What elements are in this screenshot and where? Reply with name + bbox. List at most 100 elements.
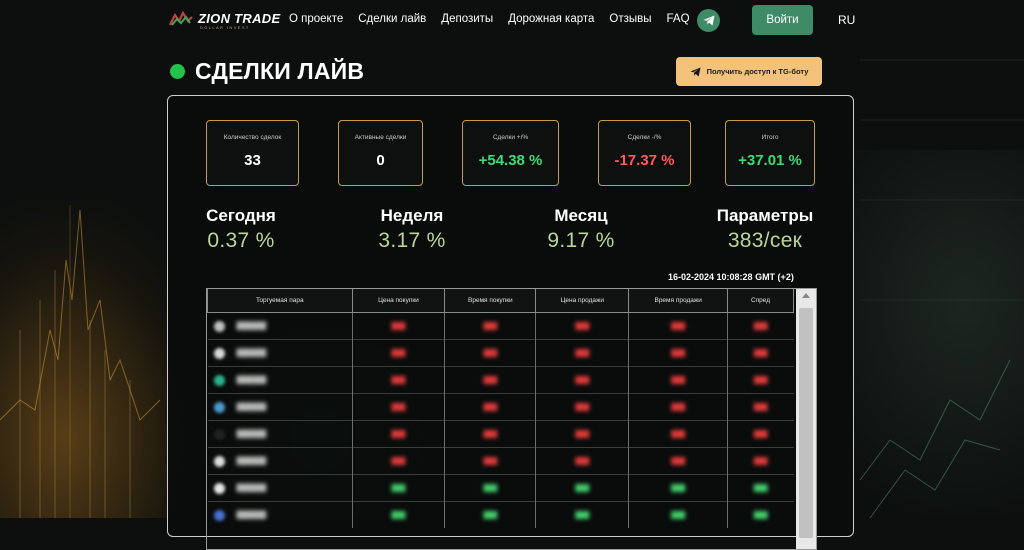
stat-label: Активные сделки: [354, 134, 407, 141]
obscured-cell: ███: [351, 420, 445, 448]
period-month: Месяц 9.17 %: [542, 206, 620, 253]
pair-cell: ██████: [207, 420, 353, 448]
nav-live-deals[interactable]: Сделки лайв: [358, 13, 426, 25]
obscured-cell: ███: [351, 474, 445, 502]
obscured-cell: ███: [535, 501, 629, 528]
obscured-value: ███: [753, 511, 768, 519]
scroll-thumb[interactable]: [799, 308, 813, 538]
coin-icon: [213, 374, 225, 386]
obscured-pair-name: ██████: [236, 376, 267, 384]
obscured-pair-name: ██████: [236, 349, 267, 357]
obscured-cell: ███: [628, 339, 728, 367]
period-week: Неделя 3.17 %: [372, 206, 452, 253]
obscured-value: ███: [575, 457, 590, 465]
obscured-cell: ███: [727, 447, 794, 475]
obscured-value: ███: [391, 403, 406, 411]
pair-cell: ██████: [207, 366, 353, 394]
nav-about[interactable]: О проекте: [289, 13, 343, 25]
pair-cell: ██████: [207, 312, 353, 340]
obscured-cell: ███: [628, 312, 728, 340]
table-row: ██████ ███ ███ ███ ███ ███: [207, 447, 794, 475]
obscured-cell: ███: [727, 393, 794, 421]
obscured-cell: ███: [727, 501, 794, 528]
stat-label: Итого: [761, 134, 779, 141]
obscured-cell: ███: [628, 501, 728, 528]
server-timestamp: 16-02-2024 10:08:28 GMT (+2): [668, 272, 794, 282]
stat-value: +37.01 %: [738, 152, 802, 169]
obscured-cell: ███: [628, 447, 728, 475]
live-indicator: [170, 64, 185, 79]
scroll-up-arrow-icon[interactable]: [802, 293, 810, 298]
obscured-value: ███: [391, 457, 406, 465]
table-row: ██████ ███ ███ ███ ███ ███: [207, 312, 794, 340]
obscured-value: ███: [575, 430, 590, 438]
nav-reviews[interactable]: Отзывы: [609, 13, 651, 25]
obscured-pair-name: ██████: [236, 457, 267, 465]
telegram-button[interactable]: [697, 9, 720, 32]
obscured-value: ███: [671, 322, 686, 330]
obscured-value: ███: [753, 484, 768, 492]
stat-value: -17.37 %: [614, 152, 675, 169]
period-value: 3.17 %: [378, 229, 446, 252]
obscured-cell: ███: [628, 420, 728, 448]
obscured-value: ███: [483, 376, 498, 384]
obscured-value: ███: [753, 457, 768, 465]
coin-icon: [213, 455, 225, 467]
obscured-value: ███: [671, 376, 686, 384]
obscured-value: ███: [671, 430, 686, 438]
table-row: ██████ ███ ███ ███ ███ ███: [207, 339, 794, 367]
login-button[interactable]: Войти: [752, 5, 813, 35]
obscured-cell: ███: [628, 393, 728, 421]
telegram-icon: [703, 15, 714, 26]
obscured-cell: ███: [727, 420, 794, 448]
period-today: Сегодня 0.37 %: [204, 206, 278, 253]
logo[interactable]: ZION TRADE DOLLAR INVEST: [168, 9, 281, 30]
period-value: 9.17 %: [547, 229, 615, 252]
column-header: Торгуемая пара: [207, 289, 353, 313]
pair-cell: ██████: [207, 339, 353, 367]
obscured-value: ███: [483, 511, 498, 519]
table-row: ██████ ███ ███ ███ ███ ███: [207, 474, 794, 502]
obscured-cell: ███: [535, 339, 629, 367]
obscured-cell: ███: [727, 312, 794, 340]
nav-deposits[interactable]: Депозиты: [441, 13, 493, 25]
period-label: Параметры: [716, 206, 814, 225]
column-header: Время покупки: [444, 289, 537, 313]
obscured-cell: ███: [444, 366, 536, 394]
obscured-value: ███: [483, 484, 498, 492]
obscured-cell: ███: [535, 474, 629, 502]
nav-faq[interactable]: FAQ: [667, 13, 690, 25]
obscured-value: ███: [671, 511, 686, 519]
obscured-cell: ███: [444, 393, 536, 421]
get-bot-access-button[interactable]: Получить доступ к TG-боту: [676, 57, 822, 86]
logo-text: ZION TRADE: [198, 11, 281, 26]
obscured-pair-name: ██████: [236, 430, 267, 438]
obscured-cell: ███: [444, 474, 536, 502]
period-value: 0.37 %: [207, 229, 275, 252]
column-header: Спред: [727, 289, 794, 313]
table-scrollbar[interactable]: [796, 289, 816, 549]
obscured-cell: ███: [444, 312, 536, 340]
obscured-value: ███: [391, 376, 406, 384]
site-header: ZION TRADE DOLLAR INVEST О проекте Сделк…: [0, 0, 1024, 40]
period-label: Неделя: [380, 206, 444, 225]
nav-roadmap[interactable]: Дорожная карта: [508, 13, 594, 25]
obscured-value: ███: [483, 403, 498, 411]
table-row: ██████ ███ ███ ███ ███ ███: [207, 420, 794, 448]
obscured-value: ███: [391, 349, 406, 357]
stat-card-total-result: Итого +37.01 %: [725, 120, 815, 186]
obscured-cell: ███: [727, 339, 794, 367]
obscured-value: ███: [753, 430, 768, 438]
obscured-pair-name: ██████: [236, 511, 267, 519]
pair-cell: ██████: [207, 501, 353, 528]
stat-value: +54.38 %: [478, 152, 543, 169]
page-title: СДЕЛКИ ЛАЙВ: [195, 58, 365, 84]
obscured-cell: ███: [351, 501, 445, 528]
period-label: Сегодня: [206, 206, 276, 225]
obscured-value: ███: [483, 322, 498, 330]
column-header: Время продажи: [628, 289, 729, 313]
page-title-row: СДЕЛКИ ЛАЙВ: [170, 58, 364, 85]
language-switcher[interactable]: RU: [838, 13, 855, 27]
obscured-value: ███: [391, 484, 406, 492]
period-value: 383/сек: [727, 229, 803, 252]
